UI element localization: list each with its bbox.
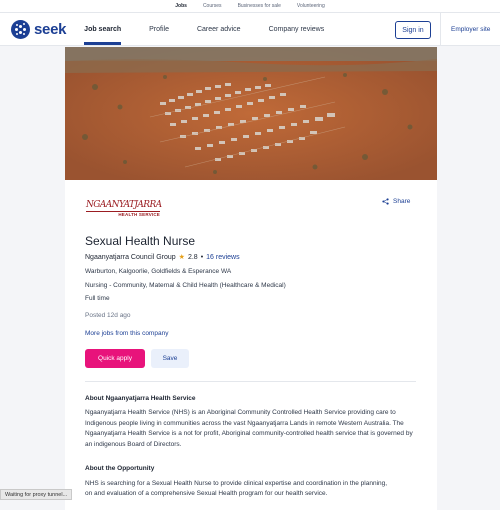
opportunity-heading: About the Opportunity: [85, 465, 155, 472]
quick-apply-button[interactable]: Quick apply: [85, 349, 145, 368]
job-category: Nursing - Community, Maternal & Child He…: [85, 282, 286, 289]
seek-logo[interactable]: seek: [11, 19, 67, 39]
opportunity-line-2: on and evaluation of a comprehensive Sex…: [85, 490, 328, 497]
company-banner-image: [65, 47, 437, 180]
opportunity-line-1: NHS is searching for a Sexual Health Nur…: [85, 480, 388, 487]
job-location: Warburton, Kalgoorlie, Goldfields & Espe…: [85, 268, 232, 275]
employer-site-link[interactable]: Employer site: [451, 26, 490, 33]
nav-career-advice[interactable]: Career advice: [197, 13, 255, 45]
nav-profile[interactable]: Profile: [149, 13, 183, 45]
more-jobs-link[interactable]: More jobs from this company: [85, 330, 168, 337]
section-divider: [85, 381, 416, 382]
posted-date: Posted 12d ago: [85, 312, 131, 319]
rating-value: 2.8: [187, 253, 198, 261]
about-paragraph: Ngaanyatjarra Health Service (NHS) is an…: [85, 409, 413, 448]
job-title: Sexual Health Nurse: [85, 234, 196, 248]
share-button[interactable]: Share: [382, 198, 410, 205]
main-navigation: seek Job search Profile Career advice Co…: [0, 13, 500, 46]
seek-logo-icon: [11, 19, 30, 39]
company-rating-line: Ngaanyatjarra Council Group ★ 2.8 • 16 r…: [85, 253, 240, 262]
browser-status-bar: Waiting for proxy tunnel...: [0, 489, 73, 500]
nav-job-search[interactable]: Job search: [84, 13, 135, 45]
aerial-town-photo: [65, 47, 437, 180]
sign-in-button[interactable]: Sign in: [395, 21, 431, 39]
nav-links: Job search Profile Career advice Company…: [84, 13, 352, 45]
topbar-businesses-link[interactable]: Businesses for sale: [238, 3, 281, 9]
job-work-type: Full time: [85, 295, 110, 302]
rating-separator: •: [200, 253, 204, 261]
top-utility-bar: Jobs Courses Businesses for sale Volunte…: [0, 0, 500, 13]
nav-company-reviews[interactable]: Company reviews: [269, 13, 339, 45]
reviews-link[interactable]: 16 reviews: [206, 254, 239, 261]
about-heading: About Ngaanyatjarra Health Service: [85, 395, 196, 402]
company-logo[interactable]: NGAANYATJARRA HEALTH SERVICE: [86, 200, 162, 222]
job-details-card: NGAANYATJARRA HEALTH SERVICE Share Sexua…: [65, 180, 437, 510]
topbar-volunteering-link[interactable]: Volunteering: [297, 3, 325, 9]
share-label: Share: [393, 198, 411, 205]
company-logo-subtitle: HEALTH SERVICE: [86, 211, 160, 217]
save-button[interactable]: Save: [151, 349, 189, 368]
topbar-jobs-link[interactable]: Jobs: [175, 3, 187, 9]
share-icon: [382, 198, 389, 205]
star-icon: ★: [178, 254, 185, 261]
topbar-courses-link[interactable]: Courses: [203, 3, 222, 9]
seek-logo-text: seek: [34, 20, 67, 38]
company-name-link[interactable]: Ngaanyatjarra Council Group: [85, 254, 176, 261]
company-logo-name: NGAANYATJARRA: [86, 200, 162, 210]
nav-divider: [440, 13, 441, 46]
